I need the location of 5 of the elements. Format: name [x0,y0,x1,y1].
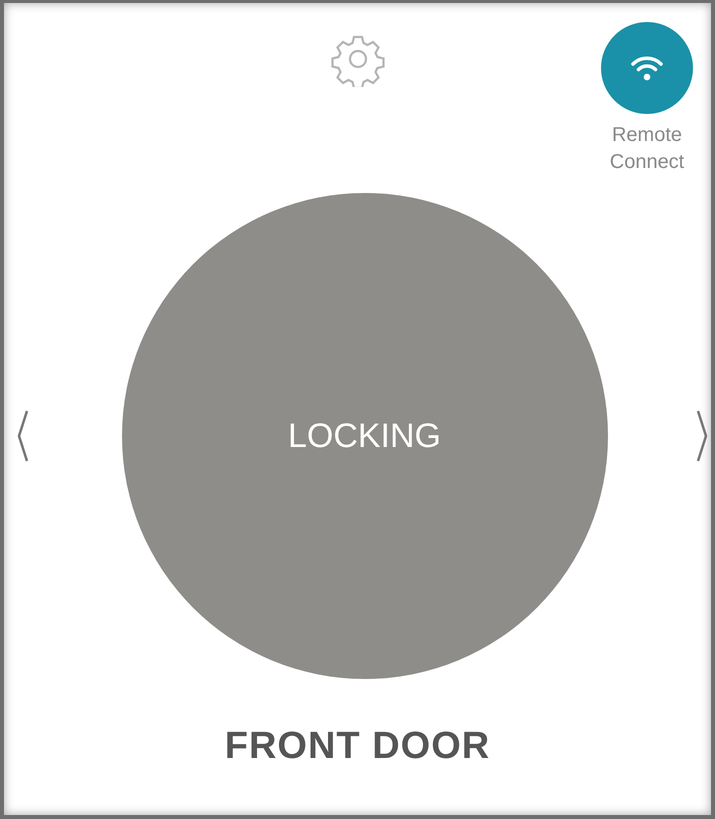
chevron-left-icon[interactable] [16,408,30,464]
door-name: FRONT DOOR [224,725,492,768]
lock-button[interactable]: LOCKING [122,193,608,679]
chevron-right-icon[interactable] [695,408,709,464]
remote-connect-button[interactable]: Remote Connect [597,22,697,193]
